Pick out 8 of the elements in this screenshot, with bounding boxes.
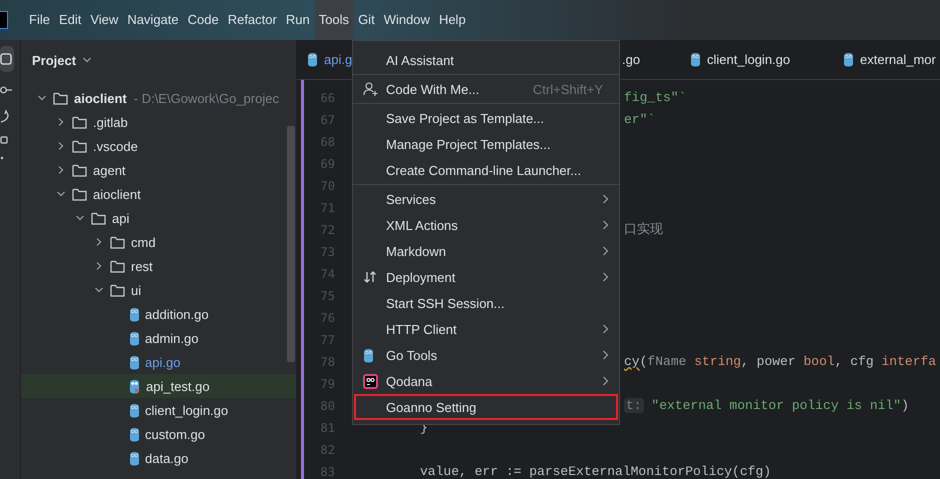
- code-line: fig_ts"`: [624, 90, 686, 105]
- shortcut-label: Ctrl+Shift+Y: [532, 82, 603, 96]
- code-line: er"`: [624, 112, 656, 127]
- code-line: t: "external monitor policy is nil"): [624, 398, 909, 413]
- code-line: cy(fName string, power bool, cfg interfa: [624, 354, 936, 369]
- code-line: value, err := parseExternalMonitorPolicy(cfg): [420, 464, 772, 479]
- project-path: - D:\E\Gowork\Go_projec: [134, 90, 279, 106]
- code-line: 口实现: [624, 222, 663, 237]
